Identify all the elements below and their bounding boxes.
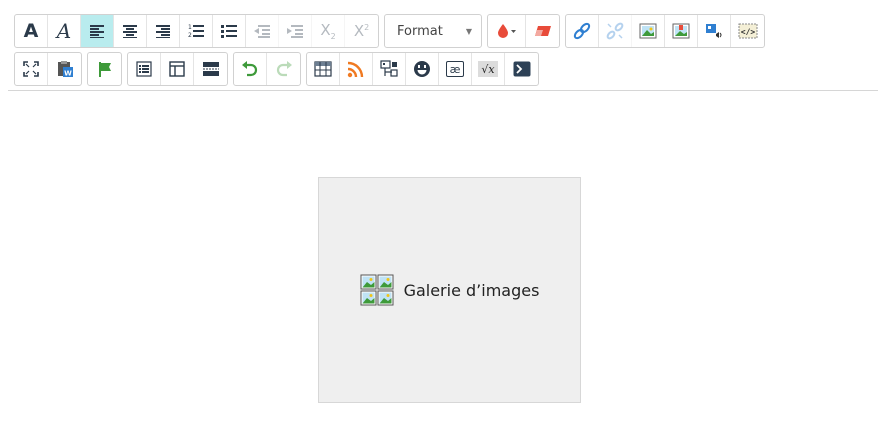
format-select[interactable]: Format ▼ [385,15,481,47]
block-group [127,52,228,86]
emoji-button[interactable] [406,53,439,85]
media-icon [706,24,722,38]
image-upload-button[interactable] [665,15,698,47]
numbered-list-button[interactable]: 1 2 [180,15,213,47]
table-button[interactable] [307,53,340,85]
indent-icon [287,25,303,38]
link-icon [573,22,591,40]
caret-down-icon: ▼ [465,26,472,36]
image-gallery-widget[interactable]: Galerie d’images [318,177,581,403]
image-upload-icon [672,23,690,39]
subscript-mark: 2 [330,32,336,41]
template-button[interactable] [161,53,194,85]
color-drop-icon [497,24,516,38]
rss-button[interactable] [340,53,373,85]
superscript-icon: X2 [354,22,369,40]
format-select-group: Format ▼ [384,14,482,48]
bullet-list-icon [221,25,237,38]
eraser-icon [534,26,551,36]
template-icon [169,61,185,77]
fullscreen-icon [23,61,39,77]
anchor-group [87,52,122,86]
toolbar-divider [8,90,878,91]
remove-format-button[interactable] [526,15,559,47]
color-group [487,14,560,48]
code-snippet-button[interactable] [505,53,538,85]
superscript-base: X [353,22,365,40]
gallery-icon [360,274,394,306]
embed-code-button[interactable]: </> [731,15,764,47]
unlink-button[interactable] [599,15,632,47]
subscript-icon: X2 [320,21,335,41]
redo-button[interactable] [267,53,300,85]
superscript-button[interactable]: X2 [345,15,378,47]
text-color-button[interactable] [488,15,526,47]
paste-word-button[interactable]: W [48,53,81,85]
italic-button[interactable]: A [48,15,81,47]
special-char-icon: æ [446,61,464,77]
page-break-icon [202,62,219,76]
toolbar-row-1: A A 1 2 X2 X2 Format ▼ </> [14,14,770,48]
special-char-button[interactable]: æ [439,53,472,85]
format-select-value: Format [397,23,443,39]
view-group: W [14,52,82,86]
undo-button[interactable] [234,53,267,85]
undo-icon [242,61,258,77]
outdent-button[interactable] [246,15,279,47]
svg-text:1: 1 [188,24,192,31]
svg-text:W: W [64,70,72,78]
numbered-list-icon: 1 2 [188,24,204,39]
insert-group: æ √x [306,52,539,86]
subscript-base: X [320,21,331,39]
subscript-button[interactable]: X2 [312,15,345,47]
list-box-icon [136,61,152,77]
media-button[interactable] [698,15,731,47]
directory-icon [380,60,398,77]
align-center-button[interactable] [114,15,147,47]
code-icon: </> [738,23,757,39]
align-left-button[interactable] [81,15,114,47]
history-group [233,52,301,86]
italic-icon: A [56,19,72,43]
align-center-icon [123,25,137,38]
align-left-icon [90,25,104,38]
smiley-icon [414,61,430,77]
svg-text:</>: </> [740,28,755,37]
paste-word-icon: W [57,61,73,78]
bullet-list-button[interactable] [213,15,246,47]
fullscreen-button[interactable] [15,53,48,85]
unlink-icon [606,22,624,40]
blocks-button[interactable] [128,53,161,85]
toolbar-row-2: W æ √x [14,52,544,86]
text-format-group: A A 1 2 X2 X2 [14,14,379,48]
page-break-button[interactable] [194,53,227,85]
link-button[interactable] [566,15,599,47]
math-icon: √x [478,61,498,77]
anchor-button[interactable] [88,53,121,85]
redo-icon [276,61,292,77]
superscript-mark: 2 [364,23,370,32]
image-icon [639,23,657,39]
flag-icon [98,62,111,77]
image-button[interactable] [632,15,665,47]
directory-button[interactable] [373,53,406,85]
svg-text:2: 2 [188,32,192,39]
bold-icon: A [23,20,39,42]
align-right-button[interactable] [147,15,180,47]
rss-icon [347,61,364,78]
terminal-icon [513,61,530,77]
table-icon [314,61,332,77]
align-right-icon [156,25,170,38]
gallery-label: Galerie d’images [403,280,540,300]
bold-button[interactable]: A [15,15,48,47]
math-button[interactable]: √x [472,53,505,85]
link-media-group: </> [565,14,765,48]
outdent-icon [254,25,270,38]
indent-button[interactable] [279,15,312,47]
